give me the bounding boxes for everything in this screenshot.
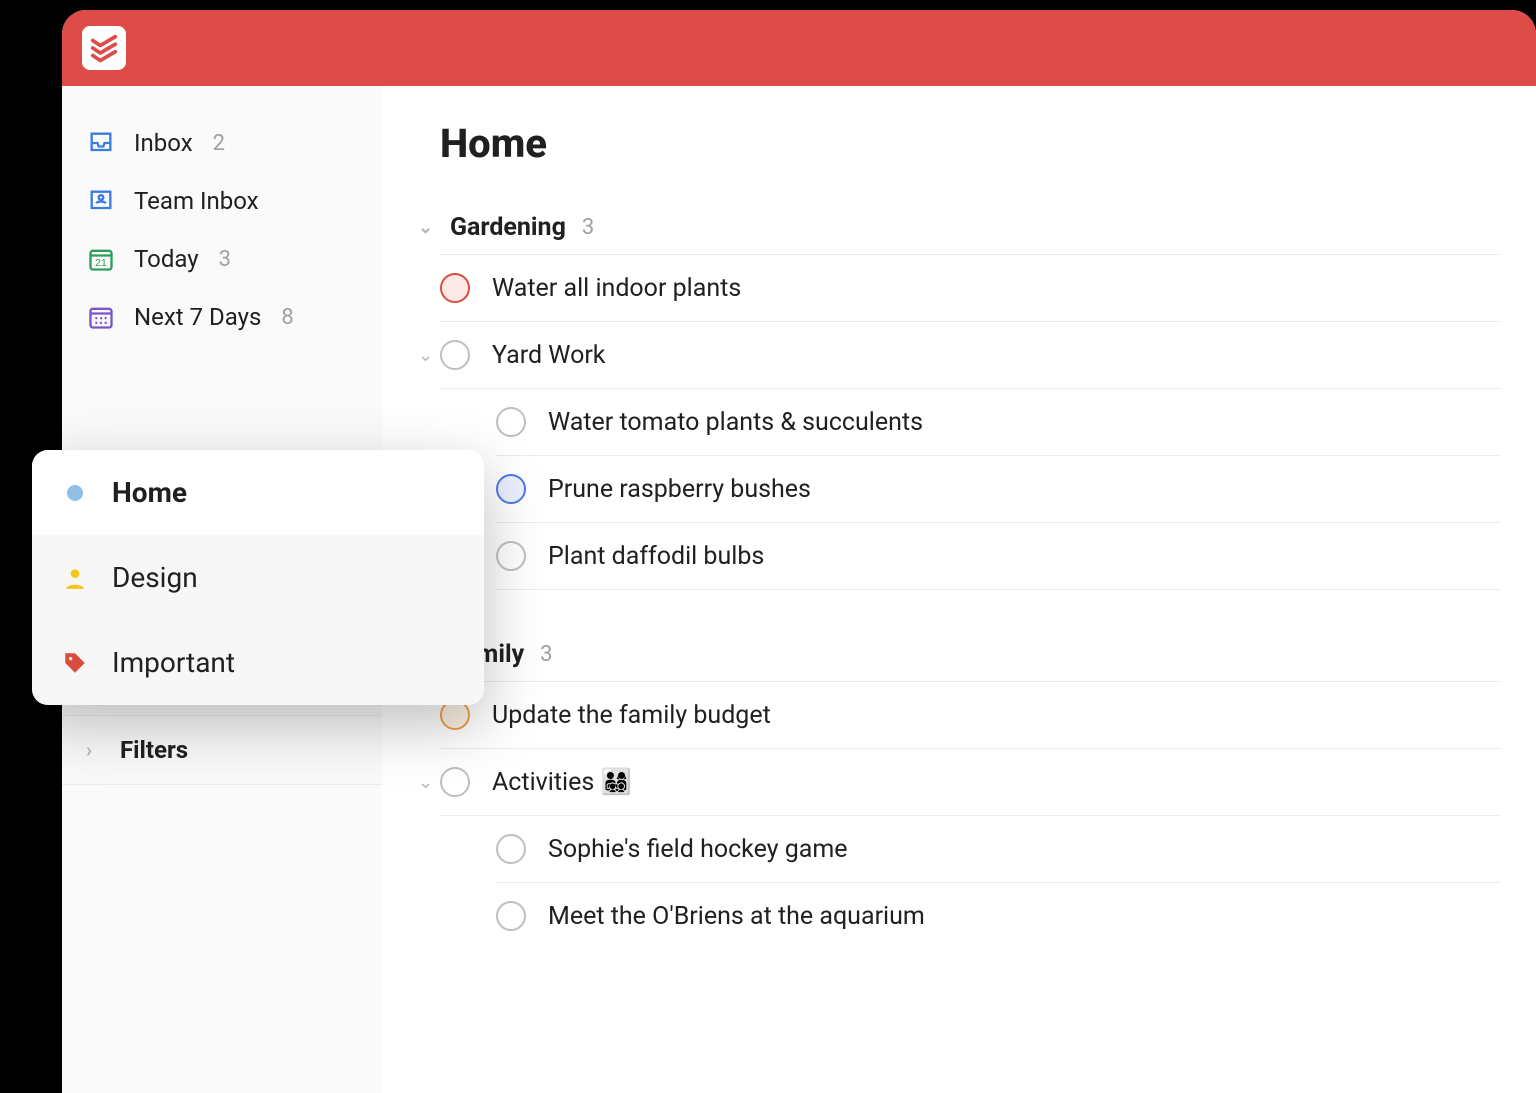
sidebar-item-label: Today xyxy=(134,245,199,273)
favorites-popover: Home Design Important xyxy=(32,450,484,705)
sidebar-item-today[interactable]: 21 Today 3 xyxy=(62,230,382,288)
task-title: Prune raspberry bushes xyxy=(548,475,811,504)
project-color-dot-icon xyxy=(60,478,90,508)
task-title: Plant daffodil bulbs xyxy=(548,542,764,571)
task-title: Meet the O'Briens at the aquarium xyxy=(548,902,925,931)
task-checkbox[interactable] xyxy=(440,767,470,797)
task-row[interactable]: Meet the O'Briens at the aquarium xyxy=(496,883,1500,949)
task-checkbox[interactable] xyxy=(496,541,526,571)
task-checkbox[interactable] xyxy=(440,340,470,370)
sidebar-section-filters[interactable]: › Filters xyxy=(62,716,382,785)
section-header-family[interactable]: ⌄ Family 3 xyxy=(440,628,1500,682)
task-checkbox[interactable] xyxy=(496,407,526,437)
section-count: 3 xyxy=(582,215,594,240)
inbox-icon xyxy=(86,128,116,158)
task-row[interactable]: ⌄ Activities 👨‍👩‍👧‍👦 xyxy=(440,749,1500,816)
svg-text:21: 21 xyxy=(95,257,107,269)
sidebar-item-label: Team Inbox xyxy=(134,187,259,215)
main-content: Home ⌄ Gardening 3 Water all indoor plan… xyxy=(382,86,1536,1093)
sidebar-item-next-7-days[interactable]: Next 7 Days 8 xyxy=(62,288,382,346)
person-icon xyxy=(60,563,90,593)
sidebar-item-count: 3 xyxy=(219,247,231,272)
favorite-item-important[interactable]: Important xyxy=(32,620,484,705)
task-row[interactable]: Prune raspberry bushes xyxy=(496,456,1500,523)
task-checkbox[interactable] xyxy=(496,901,526,931)
favorite-label: Home xyxy=(112,476,187,509)
favorite-label: Important xyxy=(112,646,235,679)
task-title: Activities 👨‍👩‍👧‍👦 xyxy=(492,768,632,797)
task-row[interactable]: Plant daffodil bulbs xyxy=(496,523,1500,590)
task-title: Water tomato plants & succulents xyxy=(548,408,923,437)
task-title: Water all indoor plants xyxy=(492,274,741,303)
task-row[interactable]: Water tomato plants & succulents xyxy=(496,389,1500,456)
topbar xyxy=(62,10,1536,86)
task-row[interactable]: Sophie's field hockey game xyxy=(496,816,1500,883)
task-title: Sophie's field hockey game xyxy=(548,835,848,864)
task-checkbox[interactable] xyxy=(440,273,470,303)
sidebar-item-team-inbox[interactable]: Team Inbox xyxy=(62,172,382,230)
section-title: Gardening xyxy=(450,213,566,242)
task-row[interactable]: Update the family budget xyxy=(440,682,1500,749)
page-title: Home xyxy=(440,120,1500,167)
sidebar-item-label: Next 7 Days xyxy=(134,303,261,331)
section-header-gardening[interactable]: ⌄ Gardening 3 xyxy=(440,201,1500,255)
chevron-right-icon: › xyxy=(86,738,106,762)
task-checkbox[interactable] xyxy=(496,834,526,864)
task-row[interactable]: ⌄ Yard Work xyxy=(440,322,1500,389)
chevron-down-icon[interactable]: ⌄ xyxy=(418,345,432,366)
sidebar-item-count: 8 xyxy=(281,305,293,330)
chevron-down-icon: ⌄ xyxy=(418,217,432,238)
task-title: Update the family budget xyxy=(492,701,771,730)
sidebar-item-label: Inbox xyxy=(134,129,193,157)
sidebar-section-label: Filters xyxy=(120,736,188,764)
task-row[interactable]: Water all indoor plants xyxy=(440,255,1500,322)
favorite-item-home[interactable]: Home xyxy=(32,450,484,535)
team-inbox-icon xyxy=(86,186,116,216)
sidebar-item-count: 2 xyxy=(213,131,225,156)
sidebar-item-inbox[interactable]: Inbox 2 xyxy=(62,114,382,172)
section-count: 3 xyxy=(540,642,552,667)
chevron-down-icon[interactable]: ⌄ xyxy=(418,772,432,793)
calendar-today-icon: 21 xyxy=(86,244,116,274)
favorite-item-design[interactable]: Design xyxy=(32,535,484,620)
task-title: Yard Work xyxy=(492,341,605,370)
task-checkbox[interactable] xyxy=(496,474,526,504)
todoist-logo-icon xyxy=(89,33,119,63)
app-logo[interactable] xyxy=(82,26,126,70)
tag-icon xyxy=(60,648,90,678)
favorite-label: Design xyxy=(112,561,198,594)
calendar-week-icon xyxy=(86,302,116,332)
